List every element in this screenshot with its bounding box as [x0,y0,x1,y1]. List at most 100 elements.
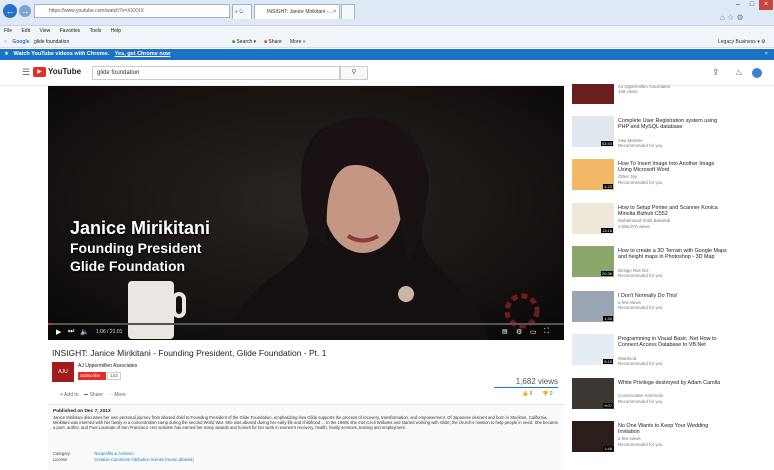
related-video-title[interactable]: How to Setup Printer and Scanner Konica … [618,205,728,217]
menu-icon[interactable]: ☰ [22,67,30,78]
view-count: 1,682 views [515,377,558,386]
chrome-promo-text: Watch YouTube videos with Chrome. [13,51,110,57]
youtube-search-input[interactable]: glide foundation [92,66,340,80]
toolbar-more-button[interactable]: More » [290,36,306,48]
tab-active[interactable]: INSIGHT: Janice Mirikitani -... × [254,4,340,19]
star-icon: ★ [4,51,9,57]
time-display: 1:06 / 21:01 [96,329,123,335]
browser-titlebar: ← → https://www.youtube.com/watch?v=XXXX… [0,0,774,26]
menu-favorites[interactable]: Favorites [60,28,81,34]
home-icon[interactable]: ⌂ ☆ ⚙ [720,13,744,22]
share-button[interactable]: ➦ Share [84,392,103,398]
toolbar-search-input[interactable]: glide foundation [34,39,69,45]
upload-icon[interactable]: ⇪ [712,67,720,78]
related-video-thumbnail[interactable]: 4:23 [572,159,614,190]
related-video-thumbnail[interactable]: 1:48 [572,421,614,452]
back-arrow-icon[interactable]: ← [3,4,17,18]
subscribe-button[interactable]: Subscribe [78,372,106,380]
category-link[interactable]: Nonprofits & Activism [94,451,134,456]
overlay-role-line2: Glide Foundation [70,258,186,274]
menu-file[interactable]: File [4,28,12,34]
related-video-thumbnail[interactable]: 53:43 [572,116,614,147]
license-label: License [53,457,68,462]
like-button[interactable]: 👍 6 [522,391,532,397]
menu-tools[interactable]: Tools [90,28,102,34]
toolbar-search-button[interactable]: ■ Search ▾ [232,36,256,48]
video-duration: 1:40 [603,316,613,321]
video-duration: 9:07 [603,403,613,408]
overlay-name: Janice Mirikitani [70,218,211,238]
play-icon[interactable]: ▶ [56,328,61,336]
captions-icon[interactable]: ▤ [502,328,508,335]
close-toolbar-icon[interactable]: × [4,39,7,45]
forward-arrow-icon[interactable]: → [19,5,31,17]
menu-bar: File Edit View Favorites Tools Help [0,26,774,36]
related-video-thumbnail[interactable]: 13:16 [572,203,614,234]
video-duration: 4:23 [603,184,613,189]
related-video-thumbnail[interactable] [572,84,614,104]
video-title: INSIGHT: Janice Mirikitani - Founding Pr… [52,348,327,358]
related-video-title[interactable]: White Privilege destroyed by Adam Caroll… [618,380,728,386]
related-video-title[interactable]: Programming in Visual Basic .Net How to … [618,336,728,348]
player-controls: ▶ ⏭ 🔈 1:06 / 21:01 ▤ ⚙ ▭ ⛶ [48,324,564,340]
video-frame [48,86,564,340]
related-video-thumbnail[interactable]: 1:40 [572,291,614,322]
description-panel: Published on Dec 7, 2013 Janice Mirikita… [48,404,564,470]
more-button[interactable]: ⋯ More [108,392,126,398]
related-video-meta: Recommended for you [618,441,663,447]
subscriber-count: 103 [107,372,121,380]
related-video-meta: Recommended for you [618,142,663,148]
related-video-meta: Recommended for you [618,305,663,311]
related-video-title[interactable]: No One Wants to Keep Your Wedding Invita… [618,423,728,435]
video-duration: 8:15 [603,359,613,364]
notification-bell-icon[interactable]: ♨ [735,67,743,78]
video-player[interactable]: Janice Mirikitani Founding President Gli… [48,86,564,340]
signin-link[interactable]: Legacy Business ▾ ⚙ [718,36,766,48]
category-label: Category [53,451,70,456]
search-icon[interactable]: ⚲ [340,66,368,80]
settings-gear-icon[interactable]: ⚙ [516,328,522,336]
related-video-title[interactable]: I Don't Normally Do This! [618,293,728,299]
volume-icon[interactable]: 🔈 [80,328,89,336]
channel-avatar[interactable]: AJU [52,362,74,382]
maximize-button[interactable]: □ [745,0,759,10]
get-chrome-link[interactable]: Yes, get Chrome now [115,51,171,57]
related-video-meta: Recommended for you [618,179,663,185]
close-banner-icon[interactable]: × [765,49,768,60]
related-video-thumbnail[interactable]: 9:07 [572,378,614,409]
related-video-title[interactable]: How to create a 3D Terrain with Google M… [618,248,728,260]
address-bar[interactable]: https://www.youtube.com/watch?v=XXXXX [34,4,230,18]
video-duration: 53:43 [600,141,613,146]
related-video-title[interactable]: How To Insert Image Into Another Image U… [618,161,728,173]
chrome-promo-banner: ★ Watch YouTube videos with Chrome. Yes,… [0,49,774,60]
related-video-thumbnail[interactable]: 8:15 [572,334,614,365]
minimize-button[interactable]: – [731,0,745,10]
dislike-button[interactable]: 👎 0 [542,391,552,397]
close-window-button[interactable]: × [759,0,773,10]
description-text: Janice Mirikitani discusses her own pers… [53,415,558,430]
related-video-meta: 108 views [618,89,638,95]
new-tab-button[interactable] [341,4,355,19]
youtube-logo-icon[interactable]: ▶ [33,67,46,77]
channel-name[interactable]: AJ Uppermillen Associates [78,363,137,369]
theater-mode-icon[interactable]: ▭ [530,328,537,336]
address-search-icon[interactable]: ⌕ ↻ [232,4,252,19]
menu-edit[interactable]: Edit [21,28,30,34]
avatar[interactable] [752,68,762,78]
menu-view[interactable]: View [39,28,50,34]
menu-help[interactable]: Help [111,28,121,34]
related-video-thumbnail[interactable]: 20:36 [572,246,614,277]
add-to-button[interactable]: + Add to [60,392,79,398]
related-video-title[interactable]: Complete User Registration system using … [618,118,728,130]
toolbar-share-button[interactable]: ■ Share [264,36,282,48]
license-link[interactable]: Creative Commons Attribution license (re… [94,457,194,462]
like-ratio-bar [494,387,558,388]
close-tab-icon[interactable]: × [333,5,336,19]
related-video-meta: Recommended for you [618,398,663,404]
related-video-meta: Recommended for you [618,272,663,278]
fullscreen-icon[interactable]: ⛶ [544,328,549,336]
next-icon[interactable]: ⏭ [68,328,74,336]
video-duration: 13:16 [600,228,613,233]
google-toolbar: × Google glide foundation ■ Search ▾ ■ S… [0,36,774,48]
youtube-logo[interactable]: YouTube [48,67,81,76]
